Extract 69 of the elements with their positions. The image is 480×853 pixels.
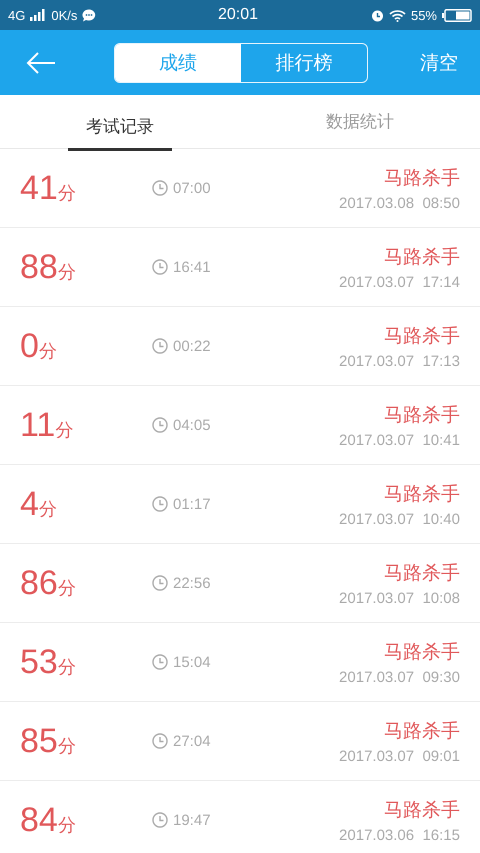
exam-date: 2017.03.07 10:08 <box>339 590 460 606</box>
exam-date: 2017.03.07 09:01 <box>339 748 460 764</box>
alarm-icon <box>370 8 384 22</box>
exam-date: 2017.03.07 17:14 <box>339 274 460 290</box>
exam-date: 2017.03.06 16:15 <box>339 826 460 844</box>
exam-date: 2017.03.07 09:30 <box>339 668 460 686</box>
exam-title: 马路杀手 <box>384 166 460 190</box>
duration: 07:00 <box>173 180 211 196</box>
score-unit: 分 <box>58 814 76 836</box>
clock-icon <box>152 338 168 354</box>
score-unit: 分 <box>58 734 76 758</box>
duration: 16:41 <box>173 258 211 276</box>
duration: 27:04 <box>173 732 211 750</box>
duration: 19:47 <box>173 812 211 828</box>
exam-date: 2017.03.07 10:40 <box>339 510 460 528</box>
duration: 15:04 <box>173 654 211 670</box>
exam-date: 2017.03.07 10:41 <box>339 432 460 448</box>
network-speed: 0K/s <box>51 8 78 22</box>
duration: 01:17 <box>173 496 211 512</box>
score-unit: 分 <box>58 260 76 284</box>
exam-title: 马路杀手 <box>384 482 460 506</box>
exam-title: 马路杀手 <box>384 718 460 744</box>
score-unit: 分 <box>58 576 76 600</box>
score-value: 41 <box>20 168 58 208</box>
exam-date: 2017.03.07 17:13 <box>339 352 460 370</box>
clock-icon <box>152 417 168 433</box>
score-value: 4 <box>20 484 39 524</box>
score-value: 88 <box>20 248 58 286</box>
score-unit: 分 <box>58 656 76 678</box>
clock-icon <box>152 733 168 749</box>
duration: 22:56 <box>173 574 211 592</box>
clock-icon <box>152 180 168 196</box>
clock-icon <box>152 496 168 512</box>
clear-button[interactable]: 清空 <box>420 50 458 76</box>
segment-tab[interactable]: 排行榜 <box>241 44 367 82</box>
battery-level: 55% <box>410 8 437 22</box>
clock-icon <box>152 575 168 591</box>
score-unit: 分 <box>38 498 57 520</box>
score-value: 53 <box>20 642 58 682</box>
exam-title: 马路杀手 <box>384 244 460 270</box>
exam-date: 2017.03.08 08:50 <box>339 194 460 212</box>
score-unit: 分 <box>58 182 76 204</box>
duration: 00:22 <box>173 338 211 354</box>
score-unit: 分 <box>38 340 57 362</box>
back-arrow-icon[interactable] <box>26 52 56 74</box>
chat-icon <box>82 8 96 22</box>
exam-title: 马路杀手 <box>384 324 460 348</box>
tab[interactable]: 数据统计 <box>240 95 480 148</box>
score-unit: 分 <box>55 418 74 442</box>
exam-title: 马路杀手 <box>384 798 460 822</box>
score-value: 84 <box>20 800 58 840</box>
exam-title: 马路杀手 <box>384 560 460 586</box>
clock-icon <box>152 654 168 670</box>
wifi-icon <box>388 8 406 22</box>
battery-icon <box>442 8 472 22</box>
clock: 20:01 <box>218 6 258 24</box>
exam-title: 马路杀手 <box>384 402 460 428</box>
exam-title: 马路杀手 <box>384 640 460 664</box>
signal-icon <box>30 9 46 21</box>
score-value: 11 <box>20 406 56 444</box>
segment-tab[interactable]: 成绩 <box>115 44 241 82</box>
clock-icon <box>152 259 168 275</box>
network-label: 4G <box>8 8 26 22</box>
clock-icon <box>152 812 168 828</box>
duration: 04:05 <box>173 416 211 434</box>
score-value: 85 <box>20 722 58 760</box>
tab[interactable]: 考试记录 <box>0 95 240 148</box>
score-value: 86 <box>20 564 58 602</box>
score-value: 0 <box>20 326 39 366</box>
